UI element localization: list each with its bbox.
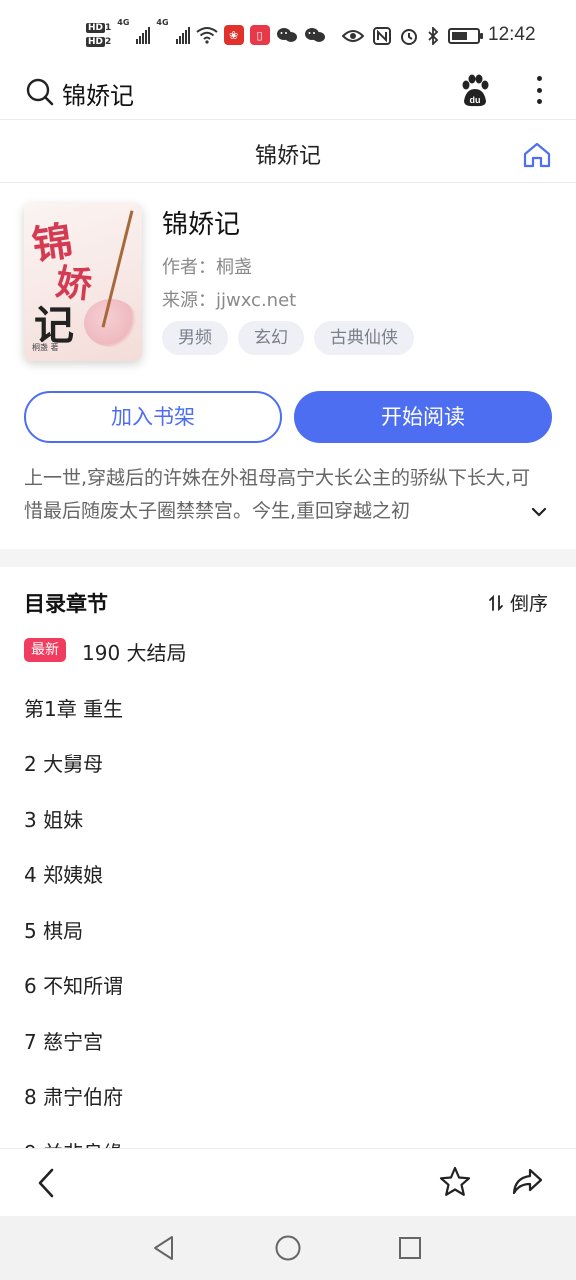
alarm-icon bbox=[401, 29, 417, 45]
book-cover-image[interactable]: 锦 娇 记 桐盏 著 bbox=[24, 203, 142, 361]
status-bar: HD 1 HD 2 4G 4G ❀ ▯ 12:42 bbox=[0, 0, 576, 68]
book-title: 锦娇记 bbox=[162, 210, 241, 240]
chapter-title: 4 郑姨娘 bbox=[24, 863, 104, 887]
tag-male-channel[interactable]: 男频 bbox=[162, 321, 228, 355]
app-notification-icon: ❀ bbox=[223, 25, 244, 45]
svg-text:du: du bbox=[470, 95, 481, 105]
sort-icon bbox=[489, 594, 503, 611]
latest-badge: 最新 bbox=[24, 638, 66, 662]
system-nav-bar bbox=[0, 1216, 576, 1280]
chapter-title: 7 慈宁宫 bbox=[24, 1029, 104, 1054]
wechat-icon bbox=[276, 28, 297, 42]
hd-indicator-1: HD 1 bbox=[86, 23, 112, 33]
network-type-2: 4G bbox=[156, 18, 169, 27]
bottom-toolbar bbox=[0, 1148, 576, 1216]
chapter-item[interactable]: 4 郑姨娘 bbox=[0, 844, 576, 900]
section-divider bbox=[0, 549, 576, 567]
chapter-item[interactable]: 7 慈宁宫 bbox=[0, 1011, 576, 1067]
nfc-icon bbox=[373, 27, 391, 45]
catalog-heading: 目录章节 bbox=[24, 592, 108, 616]
more-menu-icon[interactable] bbox=[530, 74, 548, 106]
book-app-icon: ▯ bbox=[249, 25, 270, 45]
tag-fantasy[interactable]: 玄幻 bbox=[238, 321, 304, 355]
status-right bbox=[342, 24, 483, 48]
search-query[interactable]: 锦娇记 bbox=[62, 76, 134, 111]
chapter-title: 5 棋局 bbox=[24, 918, 84, 943]
wifi-icon bbox=[195, 27, 218, 44]
add-to-shelf-button[interactable]: 加入书架 bbox=[24, 391, 282, 443]
chapter-title: 3 姐妹 bbox=[24, 807, 84, 832]
book-author: 作者：桐盏 bbox=[162, 257, 252, 278]
search-header: 锦娇记 du bbox=[0, 68, 576, 120]
book-tags: 男频 玄幻 古典仙侠 bbox=[162, 321, 414, 355]
page-title: 锦娇记 bbox=[254, 144, 321, 169]
cover-flower bbox=[84, 299, 138, 347]
signal-2-icon bbox=[175, 26, 190, 44]
eye-icon bbox=[342, 30, 364, 42]
chapter-title: 6 不知所谓 bbox=[24, 974, 124, 998]
status-time: 12:42 bbox=[488, 24, 536, 45]
network-type-1: 4G bbox=[117, 18, 130, 27]
share-icon[interactable] bbox=[510, 1165, 544, 1199]
hd-indicators: HD 1 HD 2 bbox=[86, 22, 111, 48]
sort-toggle[interactable]: 倒序 bbox=[488, 589, 548, 616]
star-icon[interactable] bbox=[438, 1165, 472, 1199]
page-title-bar: 锦娇记 bbox=[0, 121, 576, 183]
back-arrow-icon[interactable] bbox=[34, 1167, 58, 1199]
nav-recents-icon[interactable] bbox=[396, 1234, 424, 1262]
search-icon[interactable] bbox=[26, 78, 54, 106]
signal-1-icon bbox=[136, 26, 151, 44]
home-icon[interactable] bbox=[522, 141, 552, 169]
chapter-list: 最新 190 大结局 第1章 重生 2 大舅母 3 姐妹 4 郑姨娘 5 棋局 … bbox=[0, 622, 576, 1177]
chapter-title: 第1章 重生 bbox=[24, 696, 124, 721]
bluetooth-icon bbox=[428, 27, 439, 45]
chapter-item-latest[interactable]: 最新 190 大结局 bbox=[0, 622, 576, 678]
chapter-item[interactable]: 5 棋局 bbox=[0, 900, 576, 956]
chapter-item[interactable]: 6 不知所谓 bbox=[0, 955, 576, 1011]
cover-author: 桐盏 著 bbox=[32, 343, 59, 352]
chapter-item[interactable]: 3 姐妹 bbox=[0, 789, 576, 845]
chapter-item[interactable]: 8 肃宁伯府 bbox=[0, 1066, 576, 1122]
chapter-item[interactable]: 2 大舅母 bbox=[0, 733, 576, 789]
wechat-icon-2 bbox=[304, 28, 325, 42]
summary-fade bbox=[420, 495, 530, 528]
chapter-title: 190 大结局 bbox=[82, 641, 187, 665]
sort-label: 倒序 bbox=[510, 593, 549, 615]
tag-classic-xianxia[interactable]: 古典仙侠 bbox=[314, 321, 414, 355]
battery-icon bbox=[448, 28, 483, 44]
hd-indicator-2: HD 2 bbox=[86, 37, 112, 47]
baidu-paw-icon[interactable]: du bbox=[458, 74, 492, 108]
chapter-title: 8 肃宁伯府 bbox=[24, 1085, 124, 1109]
chapter-title: 2 大舅母 bbox=[24, 752, 104, 776]
nav-back-icon[interactable] bbox=[150, 1234, 178, 1262]
start-reading-button[interactable]: 开始阅读 bbox=[294, 391, 552, 443]
nav-home-icon[interactable] bbox=[274, 1234, 302, 1262]
chapter-item[interactable]: 第1章 重生 bbox=[0, 678, 576, 734]
chevron-down-icon[interactable] bbox=[530, 506, 548, 518]
status-left: HD 1 HD 2 4G 4G ❀ ▯ bbox=[86, 18, 326, 52]
book-source: 来源：jjwxc.net bbox=[162, 290, 297, 311]
